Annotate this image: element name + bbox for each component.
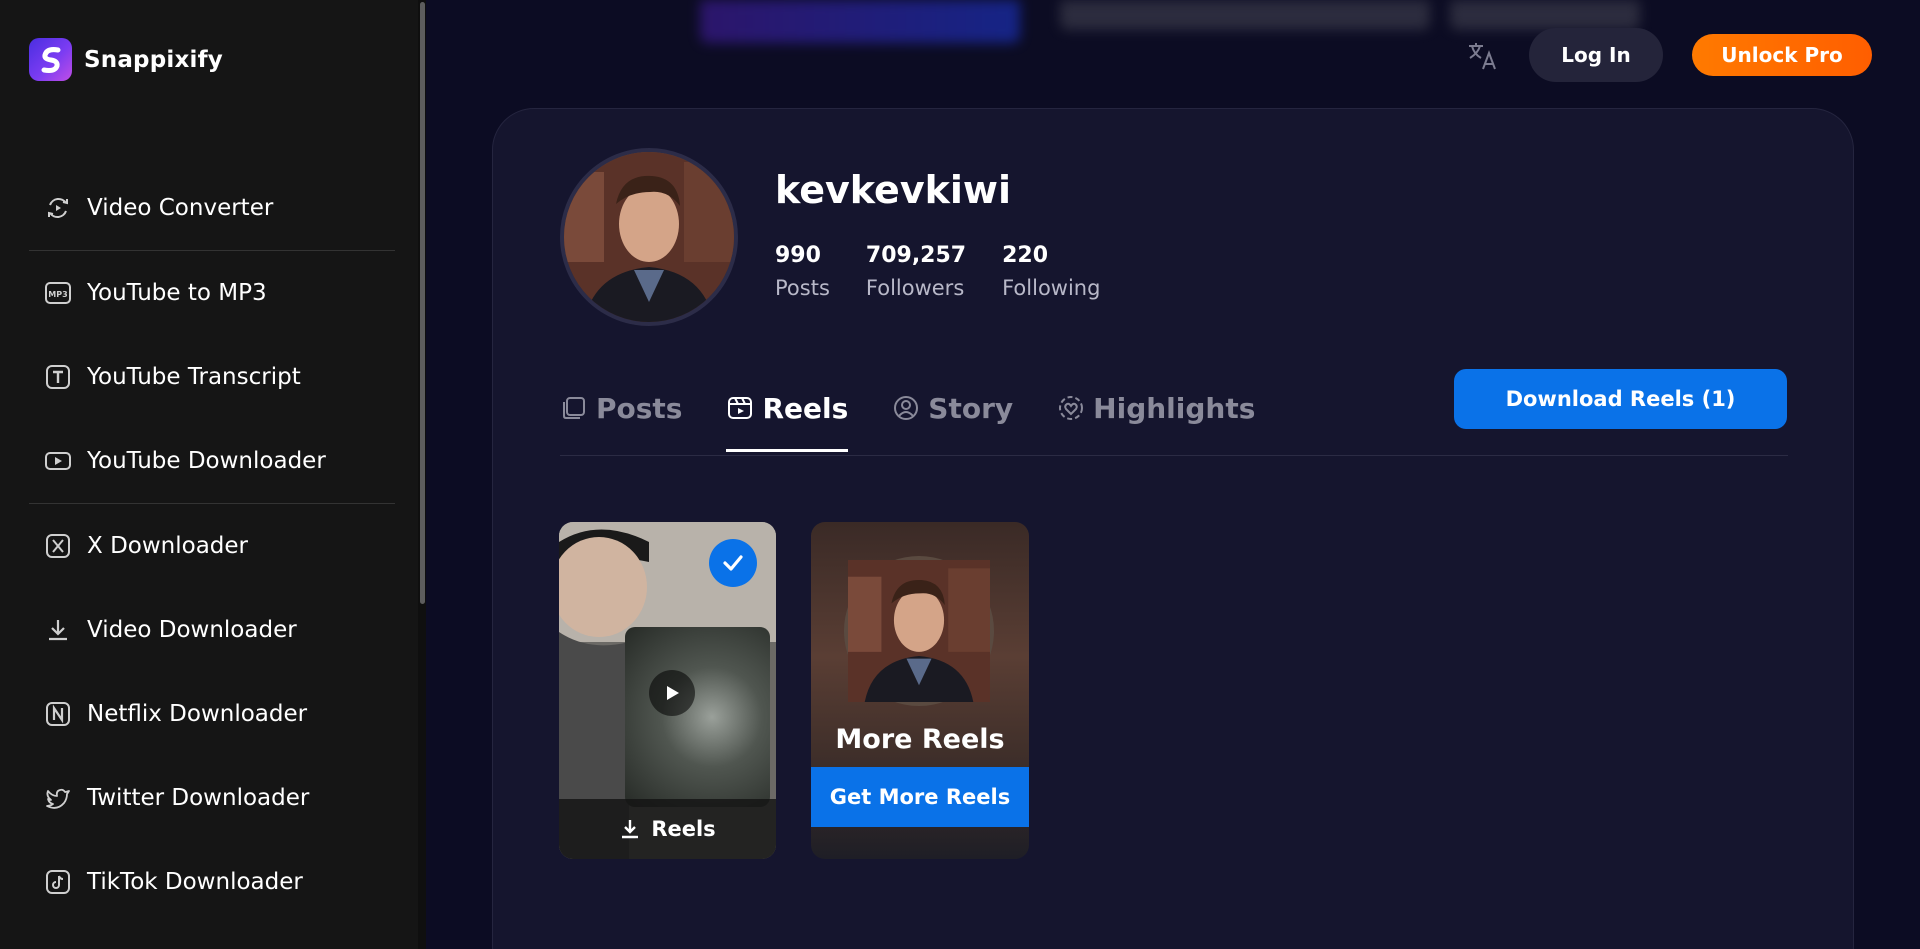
reel-item[interactable]: Reels xyxy=(559,522,776,859)
convert-icon xyxy=(48,198,68,218)
sidebar-item-twitter-downloader[interactable]: Twitter Downloader xyxy=(29,756,395,840)
more-reels-avatar xyxy=(844,556,994,706)
scrollbar-thumb[interactable] xyxy=(420,2,425,604)
tab-label: Reels xyxy=(762,391,849,425)
translate-button[interactable] xyxy=(1463,36,1503,76)
get-more-reels-button[interactable]: Get More Reels xyxy=(811,767,1029,827)
play-button[interactable] xyxy=(649,670,695,716)
content-tabs: Posts Reels Story Highlights xyxy=(560,380,1255,452)
profile-username: kevkevkiwi xyxy=(775,168,1012,212)
stat-followers: 709,257 Followers xyxy=(866,243,966,300)
sidebar-item-video-downloader[interactable]: Video Downloader xyxy=(29,588,395,672)
sidebar-item-youtube-downloader[interactable]: YouTube Downloader xyxy=(29,419,395,503)
sidebar-item-label: Twitter Downloader xyxy=(87,785,310,811)
translate-icon xyxy=(1469,43,1496,70)
tabs-divider xyxy=(560,455,1788,456)
sidebar-item-x-downloader[interactable]: X Downloader xyxy=(29,504,395,588)
sidebar-scrollbar[interactable] xyxy=(418,0,426,949)
brand[interactable]: Snappixify xyxy=(29,38,223,81)
profile-avatar xyxy=(560,148,738,326)
sidebar-item-label: Video Converter xyxy=(87,195,274,221)
reel-select-checkbox[interactable] xyxy=(709,539,757,587)
stat-label: Following xyxy=(1002,276,1101,300)
tab-label: Story xyxy=(928,391,1014,425)
check-icon xyxy=(723,555,743,571)
more-reels-card: More Reels Get More Reels xyxy=(811,522,1029,859)
stat-label: Followers xyxy=(865,276,965,300)
download-icon xyxy=(49,620,67,641)
download-icon xyxy=(622,820,639,839)
brand-logo-icon xyxy=(29,38,72,81)
tab-highlights[interactable]: Highlights xyxy=(1057,380,1255,436)
tab-label: Posts xyxy=(596,391,683,425)
tab-reels[interactable]: Reels xyxy=(726,380,849,452)
sidebar-item-label: TikTok Downloader xyxy=(87,869,303,895)
sidebar-item-label: X Downloader xyxy=(87,533,248,559)
svg-text:MP3: MP3 xyxy=(48,290,67,299)
brand-name: Snappixify xyxy=(84,46,223,73)
sidebar-item-video-converter[interactable]: Video Converter xyxy=(29,166,395,250)
more-reels-title: More Reels xyxy=(835,724,1005,755)
reel-inset-video xyxy=(625,627,770,807)
netflix-icon xyxy=(46,702,70,726)
login-button[interactable]: Log In xyxy=(1529,28,1663,82)
twitter-icon xyxy=(46,788,70,809)
tiktok-icon xyxy=(46,870,70,894)
unlock-pro-button[interactable]: Unlock Pro xyxy=(1692,34,1872,76)
download-reels-button[interactable]: Download Reels (1) xyxy=(1454,369,1787,429)
tab-label: Highlights xyxy=(1093,391,1256,425)
stat-value: 990 xyxy=(775,243,821,268)
stat-label: Posts xyxy=(775,276,830,300)
sidebar-nav: Video Converter MP3 YouTube to MP3 YouTu… xyxy=(29,166,395,924)
reels-icon xyxy=(728,397,753,419)
sidebar-item-youtube-to-mp3[interactable]: MP3 YouTube to MP3 xyxy=(29,251,395,335)
blurred-banner xyxy=(690,0,1650,70)
transcript-icon xyxy=(46,365,70,389)
reel-download-button[interactable]: Reels xyxy=(559,799,776,859)
stat-value: 709,257 xyxy=(865,243,967,268)
sidebar: Snappixify Video Converter MP3 YouTube t… xyxy=(0,0,418,949)
profile-stats: 990 Posts 709,257 Followers 220 Followin… xyxy=(775,243,1100,300)
reel-footer-label: Reels xyxy=(651,817,716,841)
mp3-icon: MP3 xyxy=(45,282,71,304)
sidebar-item-tiktok-downloader[interactable]: TikTok Downloader xyxy=(29,840,395,924)
highlights-icon xyxy=(1059,396,1084,420)
story-icon xyxy=(894,396,919,420)
sidebar-item-label: YouTube to MP3 xyxy=(87,280,267,306)
sidebar-item-label: Netflix Downloader xyxy=(87,701,308,727)
play-icon xyxy=(667,686,679,700)
sidebar-item-netflix-downloader[interactable]: Netflix Downloader xyxy=(29,672,395,756)
stat-value: 220 xyxy=(1002,243,1049,268)
posts-icon xyxy=(563,397,585,419)
tab-story[interactable]: Story xyxy=(892,380,1013,436)
tab-posts[interactable]: Posts xyxy=(560,380,682,436)
youtube-icon xyxy=(45,452,71,470)
stat-posts: 990 Posts xyxy=(775,243,830,300)
sidebar-item-label: YouTube Downloader xyxy=(87,448,326,474)
x-icon xyxy=(46,534,70,558)
stat-following: 220 Following xyxy=(1002,243,1100,300)
sidebar-item-label: YouTube Transcript xyxy=(87,364,301,390)
sidebar-item-label: Video Downloader xyxy=(87,617,297,643)
sidebar-item-youtube-transcript[interactable]: YouTube Transcript xyxy=(29,335,395,419)
